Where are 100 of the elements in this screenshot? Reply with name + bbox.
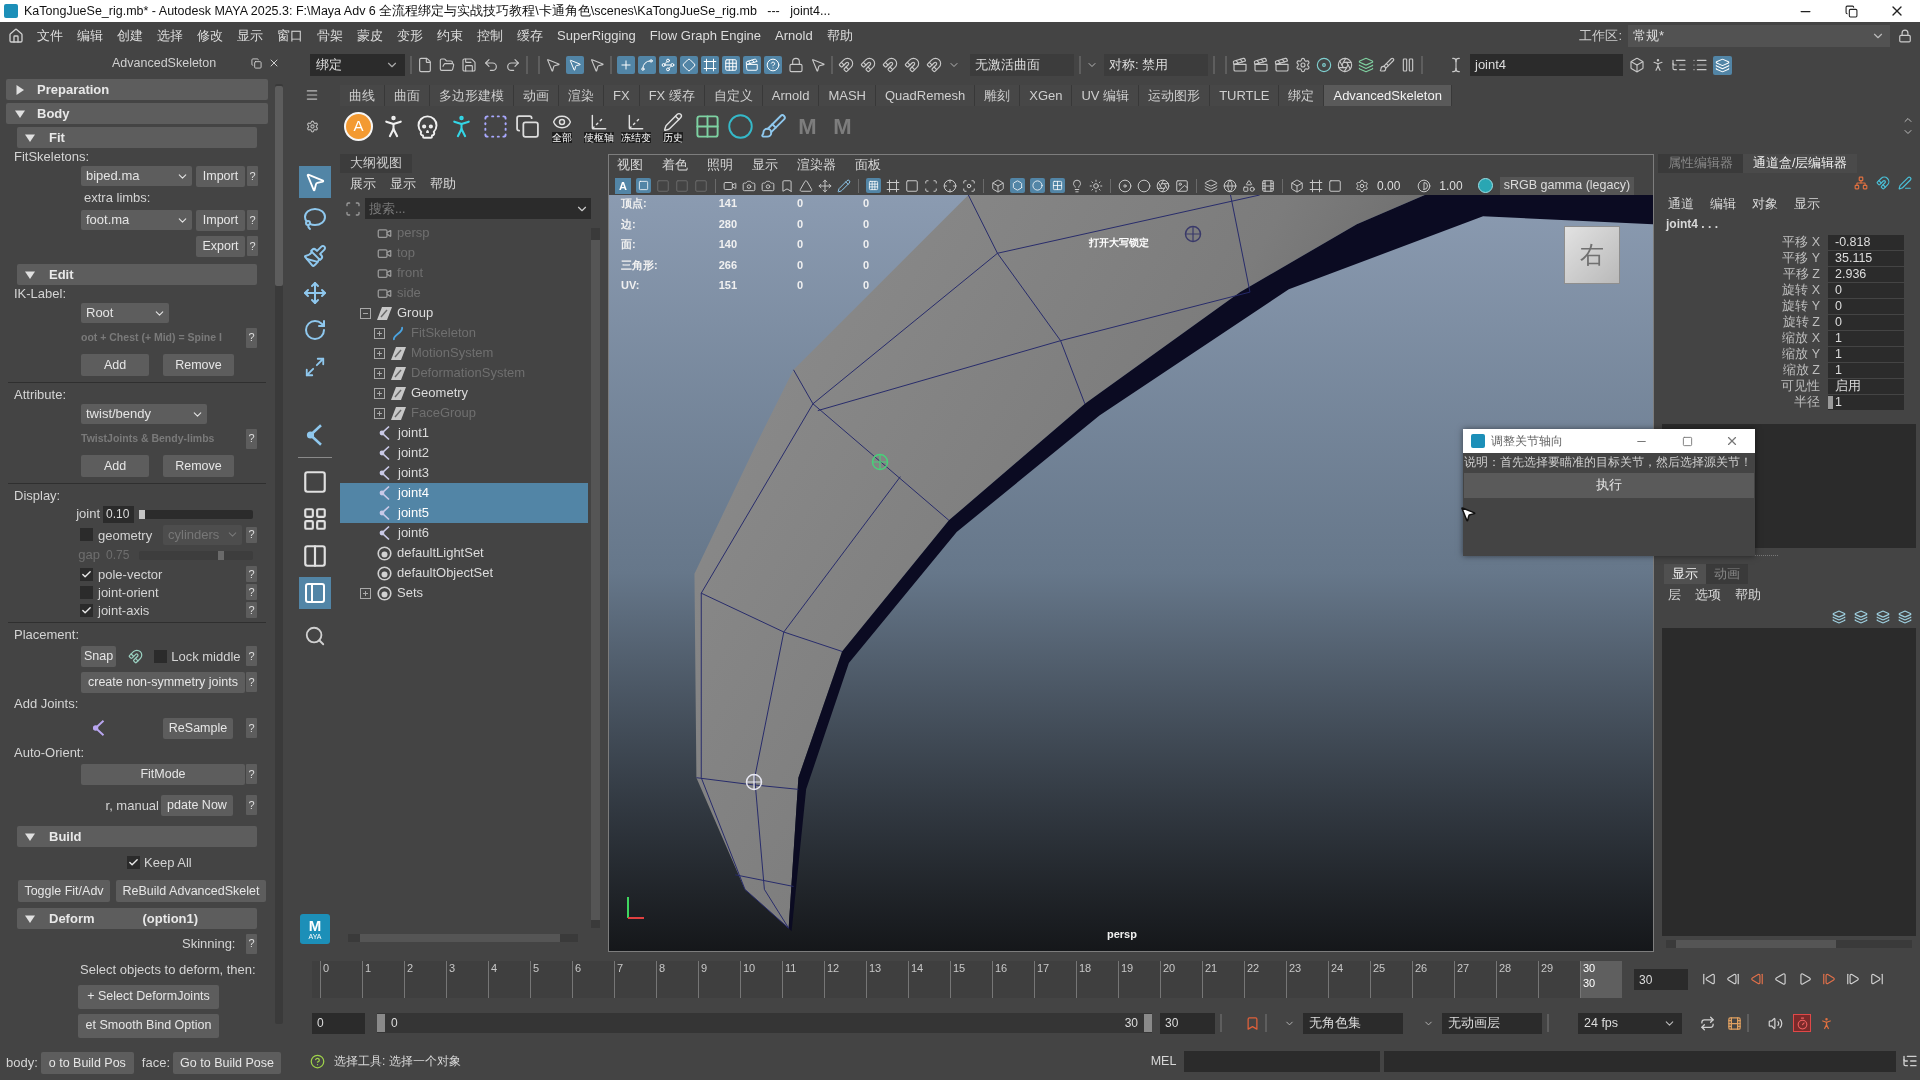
plus-box-icon[interactable] bbox=[360, 587, 371, 599]
help-button[interactable]: ? bbox=[246, 646, 257, 666]
help-button[interactable]: ? bbox=[246, 933, 257, 954]
outliner-item[interactable]: joint3 bbox=[340, 463, 434, 483]
panel-button[interactable]: Remove bbox=[163, 354, 234, 376]
scan-icon[interactable] bbox=[345, 200, 361, 217]
diagonal-arrows-icon[interactable] bbox=[304, 356, 326, 378]
plus-box-icon[interactable] bbox=[374, 367, 385, 379]
disc-icon[interactable] bbox=[1118, 178, 1132, 193]
menu-item[interactable]: 控制 bbox=[477, 26, 503, 46]
film-icon[interactable] bbox=[1261, 178, 1275, 193]
close-icon[interactable] bbox=[268, 57, 280, 69]
undo-icon[interactable] bbox=[483, 57, 499, 73]
layers-icon[interactable] bbox=[1876, 610, 1890, 624]
hexagon-icon[interactable] bbox=[1010, 178, 1025, 194]
panel-button[interactable]: pdate Now bbox=[161, 794, 233, 816]
channel-value[interactable]: 1 bbox=[1828, 346, 1904, 362]
pen-icon[interactable] bbox=[1898, 176, 1912, 190]
help-icon[interactable] bbox=[310, 1053, 325, 1069]
square-icon[interactable] bbox=[905, 178, 919, 193]
move-icon[interactable] bbox=[303, 281, 327, 305]
tree-list-icon[interactable] bbox=[1671, 57, 1687, 73]
scan-icon[interactable] bbox=[924, 178, 938, 193]
help-button[interactable]: ? bbox=[246, 584, 257, 600]
caret-icon[interactable] bbox=[573, 198, 591, 219]
pointer-icon[interactable] bbox=[589, 57, 605, 73]
checkbox[interactable] bbox=[154, 649, 168, 663]
grid-icon[interactable] bbox=[694, 112, 721, 140]
menu-item[interactable]: 创建 bbox=[117, 26, 143, 46]
panel-button[interactable]: Go to Build Pose bbox=[173, 1052, 281, 1074]
menu-item[interactable]: 显示 bbox=[752, 156, 778, 175]
square-icon[interactable] bbox=[636, 178, 651, 194]
panel-button[interactable]: ReSample bbox=[163, 717, 233, 739]
menu-item[interactable]: 显示 bbox=[237, 26, 263, 46]
slider-handle-icon[interactable] bbox=[1828, 395, 1833, 409]
focus-icon[interactable] bbox=[962, 178, 976, 193]
magnet-icon[interactable] bbox=[882, 57, 898, 73]
start-field[interactable]: 0 bbox=[312, 1012, 365, 1034]
section-header[interactable]: Body bbox=[6, 103, 268, 124]
menu-item[interactable]: 编辑 bbox=[1710, 194, 1736, 214]
menu-item[interactable]: 选项 bbox=[1695, 585, 1721, 605]
panel-button[interactable]: Export bbox=[196, 235, 245, 257]
aperture-icon[interactable] bbox=[1156, 178, 1170, 193]
clapperboard-icon[interactable] bbox=[1274, 57, 1290, 73]
magnet-icon[interactable] bbox=[860, 57, 876, 73]
menu-item[interactable]: 展示 bbox=[350, 174, 376, 194]
four-pane-icon[interactable] bbox=[302, 506, 328, 532]
help-button[interactable]: ? bbox=[247, 210, 258, 230]
save-icon[interactable] bbox=[461, 57, 477, 73]
layers-icon[interactable] bbox=[1358, 57, 1374, 73]
menu-set-dropdown[interactable]: 绑定 bbox=[310, 54, 405, 76]
paintbrush-icon[interactable] bbox=[303, 244, 327, 268]
help-button[interactable]: ? bbox=[246, 602, 257, 618]
dropdown[interactable]: Root bbox=[81, 303, 170, 323]
panel-button[interactable]: Toggle Fit/Adv bbox=[18, 880, 110, 902]
magnet-icon[interactable] bbox=[926, 57, 942, 73]
lasso-icon[interactable] bbox=[303, 207, 327, 231]
outliner-item[interactable]: Geometry bbox=[340, 383, 473, 403]
step-back-icon[interactable] bbox=[1750, 972, 1764, 986]
rotate-icon[interactable] bbox=[303, 318, 327, 342]
timer-icon[interactable] bbox=[1793, 1014, 1811, 1032]
channel-value[interactable]: 1 bbox=[1828, 394, 1904, 410]
network-icon[interactable] bbox=[1854, 176, 1868, 190]
frame-field[interactable]: 30 bbox=[1634, 969, 1688, 990]
layers-icon[interactable] bbox=[1713, 55, 1732, 75]
panel-tab[interactable]: 通道盒/层编辑器 bbox=[1743, 154, 1858, 173]
single-pane-icon[interactable] bbox=[302, 469, 328, 495]
side-panel-icon[interactable] bbox=[299, 577, 331, 609]
folder-icon[interactable] bbox=[439, 57, 455, 73]
menu-item[interactable]: 渲染器 bbox=[797, 156, 836, 175]
outliner-item[interactable]: Sets bbox=[340, 583, 427, 603]
settings-icon[interactable] bbox=[1355, 178, 1369, 193]
plus-box-icon[interactable] bbox=[374, 387, 385, 399]
pointer-icon[interactable] bbox=[566, 56, 584, 74]
image-icon[interactable] bbox=[1175, 178, 1189, 193]
panel-button[interactable]: Remove bbox=[163, 455, 234, 477]
disc-icon[interactable] bbox=[1316, 57, 1332, 73]
menu-item[interactable]: 照明 bbox=[707, 156, 733, 175]
help-button[interactable]: ? bbox=[246, 795, 257, 815]
list-icon[interactable] bbox=[1692, 57, 1708, 73]
help-button[interactable]: ? bbox=[247, 236, 258, 256]
range-bar[interactable]: 0 30 bbox=[377, 1013, 1152, 1033]
menu-item[interactable]: 显示 bbox=[1794, 194, 1820, 214]
character-set-field[interactable]: 无角色集 bbox=[1303, 1012, 1403, 1034]
step-forward-icon[interactable] bbox=[1822, 972, 1836, 986]
ring-icon[interactable] bbox=[727, 112, 754, 140]
pointer-icon[interactable] bbox=[545, 57, 561, 73]
dropdown[interactable]: biped.ma bbox=[81, 166, 192, 186]
dropdown[interactable]: twist/bendy bbox=[81, 404, 208, 424]
scrollbar[interactable] bbox=[275, 84, 283, 1024]
help-button[interactable]: ? bbox=[246, 566, 257, 582]
panel-button[interactable]: Import bbox=[196, 209, 245, 231]
caret-icon[interactable] bbox=[25, 913, 35, 924]
live-surface-field[interactable]: 无激活曲面 bbox=[970, 54, 1074, 76]
grid-icon[interactable] bbox=[1050, 178, 1065, 194]
panel-button[interactable]: + Select DeformJoints bbox=[78, 984, 219, 1009]
two-pane-icon[interactable] bbox=[302, 543, 328, 569]
name-field[interactable]: joint4 bbox=[1470, 54, 1623, 76]
dashed-square-icon[interactable] bbox=[482, 112, 509, 140]
menu-item[interactable]: 变形 bbox=[397, 26, 423, 46]
